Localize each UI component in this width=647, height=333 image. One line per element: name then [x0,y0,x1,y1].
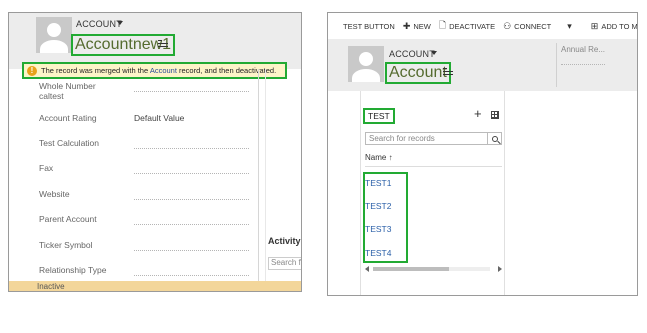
new-button[interactable]: ✚ NEW [403,21,431,32]
scroll-right-icon[interactable] [498,266,502,272]
command-bar: TEST BUTTON ✚ NEW 🗋 DEACTIVATE ⚇ CONNECT ▾ … [328,13,637,39]
deactivate-button[interactable]: 🗋 DEACTIVATE [439,18,495,34]
connect-icon: ⚇ [503,20,512,31]
subgrid-search-input[interactable]: Search for records [365,132,502,145]
column-header-name[interactable]: Name ↑ [365,153,502,167]
activity-search-input[interactable]: Search fo [268,257,301,270]
record-name[interactable]: Account [389,64,447,81]
plus-icon: ✚ [402,20,411,31]
list-item[interactable]: TEST3 [365,224,391,234]
connect-dropdown[interactable]: ▾ [567,21,575,32]
chevron-down-icon: ▾ [567,20,572,31]
add-record-icon[interactable]: + [474,107,482,120]
list-item[interactable]: TEST2 [365,201,391,211]
header-divider [556,43,557,87]
menu-icon[interactable] [158,40,168,49]
sort-ascending-icon: ↑ [388,153,393,162]
inactive-account-form: ACCOUNT Accountnew1 ! The record was mer… [8,12,302,292]
grid-view-icon[interactable] [491,111,499,119]
subgrid-title: TEST [363,108,395,124]
account-form: TEST BUTTON ✚ NEW 🗋 DEACTIVATE ⚇ CONNECT ▾ … [327,12,638,296]
avatar[interactable] [36,17,72,53]
record-name-highlight: Account [385,62,451,84]
list-item[interactable]: TEST4 [365,248,391,258]
test-button[interactable]: TEST BUTTON [343,22,395,31]
header-field[interactable]: Annual Re... [561,45,605,65]
avatar[interactable] [348,46,384,82]
entity-label: ACCOUNT [389,49,435,59]
list-item[interactable]: TEST1 [365,178,391,188]
notification-bar: ! The record was merged with the Account… [22,62,287,79]
chevron-down-icon[interactable] [117,21,123,25]
record-header: ACCOUNT Accountnew1 [9,13,301,69]
add-to-marketing-list-button[interactable]: ⊞ADD TO MAR [590,20,637,32]
status-bar: Inactive [9,281,301,291]
connect-button[interactable]: ⚇ CONNECT [503,21,551,32]
chevron-down-icon[interactable] [431,51,437,55]
section-divider [258,69,259,283]
test-subgrid: TEST + Search for records Name ↑ TEST1 T… [360,91,505,295]
search-icon[interactable] [487,132,501,145]
notification-text: The record was merged with the Account r… [41,66,277,75]
document-icon: 🗋 [438,20,447,30]
activity-subgrid-title: Activity [268,236,301,246]
add-to-list-icon: ⊞ [590,20,599,31]
record-header: ACCOUNT Account Annual Re... [328,39,637,91]
scrollbar-thumb[interactable] [373,267,449,271]
scroll-left-icon[interactable] [365,266,369,272]
warning-icon: ! [27,65,37,76]
horizontal-scrollbar[interactable] [365,265,502,273]
section-divider [265,69,266,283]
entity-label: ACCOUNT [76,19,122,29]
menu-icon[interactable] [443,68,453,77]
record-name[interactable]: Accountnew1 [75,36,171,53]
